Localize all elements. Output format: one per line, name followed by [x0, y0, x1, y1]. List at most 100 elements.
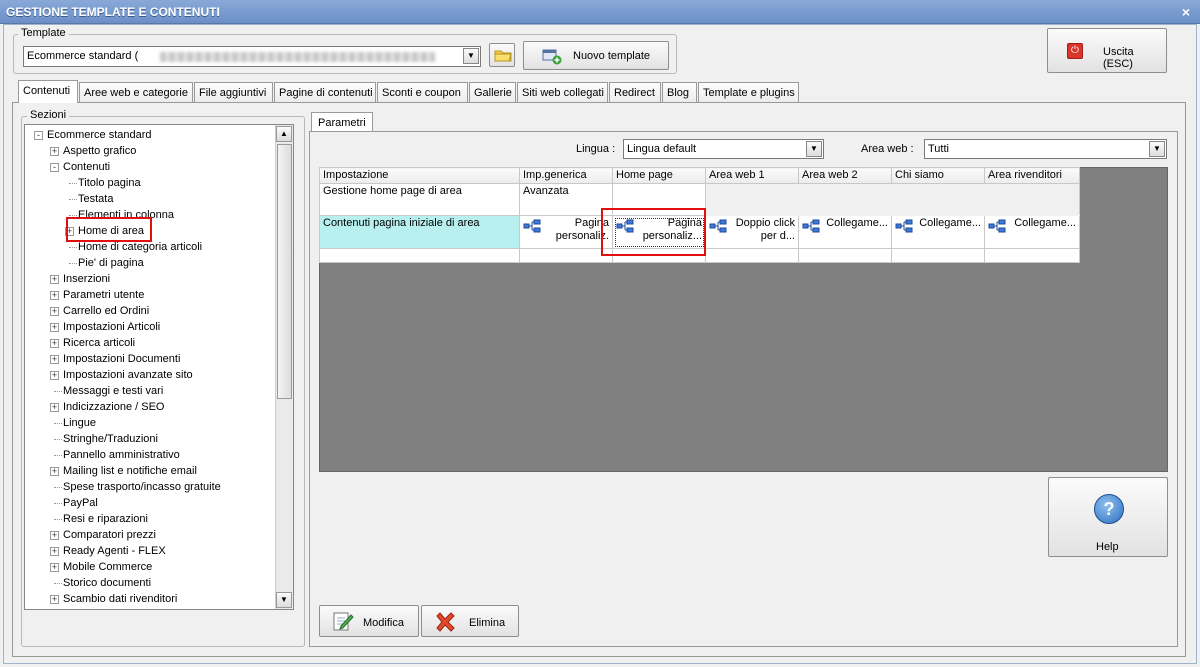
grid-cell[interactable]: Avanzata — [519, 183, 613, 216]
tab-template-e-plugins[interactable]: Template e plugins — [698, 82, 799, 102]
expand-icon[interactable]: + — [50, 323, 59, 332]
tree-item[interactable]: Pannello amministrativo — [63, 447, 180, 463]
tree-scrollbar[interactable]: ▲ ▼ — [275, 125, 293, 609]
column-header[interactable]: Home page — [612, 167, 706, 184]
expand-icon[interactable]: + — [50, 291, 59, 300]
scroll-thumb[interactable] — [277, 144, 292, 399]
tree-item[interactable]: Carrello ed Ordini — [63, 303, 149, 319]
tree-item[interactable]: Testata — [78, 191, 113, 207]
tab-gallerie[interactable]: Gallerie — [469, 82, 516, 102]
tree-item[interactable]: Impostazioni avanzate sito — [63, 367, 193, 383]
tree-item[interactable]: Spese trasporto/incasso gratuite — [63, 479, 221, 495]
grid-cell-empty — [705, 183, 799, 216]
table-row[interactable]: Gestione home page di area Avanzata — [319, 183, 1080, 216]
tree-item[interactable]: Indicizzazione / SEO — [63, 399, 165, 415]
tab-file-aggiuntivi[interactable]: File aggiuntivi — [194, 82, 273, 102]
expand-icon[interactable]: + — [50, 275, 59, 284]
exit-button[interactable]: ⏻ Uscita (ESC) — [1047, 28, 1167, 73]
scroll-down-icon[interactable]: ▼ — [276, 592, 292, 608]
tree-connector — [69, 247, 77, 248]
open-folder-button[interactable] — [489, 43, 515, 67]
chevron-down-icon[interactable]: ▼ — [1149, 141, 1165, 157]
tree-item[interactable]: Pie' di pagina — [78, 255, 144, 271]
tree-item[interactable]: Resi e riparazioni — [63, 511, 148, 527]
grid-cell[interactable]: Pagina personaliz... — [612, 215, 706, 249]
tree-item[interactable]: Titolo pagina — [78, 175, 141, 191]
tree-item[interactable]: Scambio dati rivenditori — [63, 591, 177, 607]
expand-icon[interactable]: + — [50, 595, 59, 604]
chevron-down-icon[interactable]: ▼ — [463, 48, 479, 64]
expand-icon[interactable]: + — [50, 563, 59, 572]
tree-item[interactable]: Elementi in colonna — [78, 207, 174, 223]
tree-item[interactable]: Home di area — [78, 223, 145, 239]
tree-item[interactable]: Impostazioni Documenti — [63, 351, 180, 367]
expand-icon[interactable]: + — [65, 227, 74, 236]
lingua-select[interactable]: Lingua default ▼ — [623, 139, 824, 159]
tree-item[interactable]: Aspetto grafico — [63, 143, 136, 159]
collapse-icon[interactable]: - — [34, 131, 43, 140]
tab-redirect[interactable]: Redirect — [609, 82, 661, 102]
expand-icon[interactable]: + — [50, 355, 59, 364]
tab-siti-web-collegati[interactable]: Siti web collegati — [517, 82, 608, 102]
column-header[interactable]: Chi siamo — [891, 167, 985, 184]
grid-cell[interactable]: Pagina personaliz. — [519, 215, 613, 249]
tree-item[interactable]: Inserzioni — [63, 271, 110, 287]
expand-icon[interactable]: + — [50, 403, 59, 412]
tree-item[interactable]: Home di categoria articoli — [78, 239, 202, 255]
params-grid: Impostazione Imp.generica Home page Area we… — [319, 167, 1080, 263]
column-header[interactable]: Imp.generica — [519, 167, 613, 184]
tree-item[interactable]: Mobile Commerce — [63, 559, 152, 575]
tree-item[interactable]: Comparatori prezzi — [63, 527, 156, 543]
expand-icon[interactable]: + — [50, 467, 59, 476]
column-header[interactable]: Impostazione — [319, 167, 520, 184]
grid-cell[interactable]: Collegame... — [891, 215, 985, 249]
template-select[interactable]: Ecommerce standard ( ▼ — [23, 46, 481, 67]
close-button[interactable]: × — [1182, 4, 1190, 20]
tree-item[interactable]: Parametri utente — [63, 287, 144, 303]
power-icon: ⏻ — [1067, 43, 1083, 59]
window-title: GESTIONE TEMPLATE E CONTENUTI — [6, 5, 220, 19]
grid-cell[interactable]: Collegame... — [984, 215, 1080, 249]
expand-icon[interactable]: + — [50, 339, 59, 348]
tab-pagine-di-contenuti[interactable]: Pagine di contenuti — [274, 82, 376, 102]
sections-tree[interactable]: - Ecommerce standard + Aspetto grafico - Cont… — [24, 124, 294, 610]
help-button[interactable]: ? Help — [1048, 477, 1168, 557]
tree-item[interactable]: Ready Agenti - FLEX — [63, 543, 166, 559]
table-row[interactable]: Contenuti pagina iniziale di area Pagina… — [319, 215, 1080, 249]
tab-contenuti[interactable]: Contenuti — [18, 80, 78, 103]
tab-parametri[interactable]: Parametri — [311, 112, 373, 132]
column-header[interactable]: Area web 2 — [798, 167, 892, 184]
tree-item[interactable]: Messaggi e testi vari — [63, 383, 163, 399]
chevron-down-icon[interactable]: ▼ — [806, 141, 822, 157]
modifica-button[interactable]: Modifica — [319, 605, 419, 637]
tab-aree-web-e-categorie[interactable]: Aree web e categorie — [79, 82, 193, 102]
elimina-button[interactable]: Elimina — [421, 605, 519, 637]
grid-cell[interactable] — [612, 183, 706, 216]
tab-sconti-e-coupon[interactable]: Sconti e coupon — [377, 82, 468, 102]
expand-icon[interactable]: + — [50, 371, 59, 380]
expand-icon[interactable]: + — [50, 147, 59, 156]
table-row — [319, 248, 1080, 263]
grid-cell[interactable]: Collegame... — [798, 215, 892, 249]
tree-item[interactable]: Ricerca articoli — [63, 335, 135, 351]
new-template-button[interactable]: Nuovo template — [523, 41, 669, 70]
expand-icon[interactable]: + — [50, 547, 59, 556]
tree-item[interactable]: PayPal — [63, 495, 98, 511]
collapse-icon[interactable]: - — [50, 163, 59, 172]
area-web-select[interactable]: Tutti ▼ — [924, 139, 1167, 159]
expand-icon[interactable]: + — [50, 531, 59, 540]
tree-item[interactable]: Ecommerce standard — [47, 127, 152, 143]
scroll-up-icon[interactable]: ▲ — [276, 126, 292, 142]
column-header[interactable]: Area rivenditori — [984, 167, 1080, 184]
tree-item[interactable]: Storico documenti — [63, 575, 151, 591]
tab-label: Contenuti — [23, 85, 71, 97]
tree-item[interactable]: Impostazioni Articoli — [63, 319, 160, 335]
grid-cell[interactable]: Doppio click per d... — [705, 215, 799, 249]
tree-item[interactable]: Mailing list e notifiche email — [63, 463, 197, 479]
tree-item[interactable]: Lingue — [63, 415, 96, 431]
tab-blog[interactable]: Blog — [662, 82, 697, 102]
column-header[interactable]: Area web 1 — [705, 167, 799, 184]
tree-item[interactable]: Contenuti — [63, 159, 110, 175]
expand-icon[interactable]: + — [50, 307, 59, 316]
tree-item[interactable]: Stringhe/Traduzioni — [63, 431, 158, 447]
